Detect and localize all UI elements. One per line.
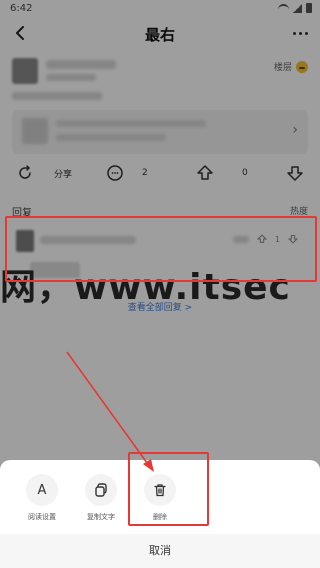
cancel-button[interactable]: 取消	[0, 534, 320, 568]
read-settings-label: 阅读设置	[28, 513, 56, 521]
copy-icon	[85, 474, 117, 506]
watermark-text: 网，www.itsec	[0, 267, 291, 308]
delete-option[interactable]: 删除	[130, 474, 190, 522]
copy-text-option[interactable]: 复制文字	[71, 474, 131, 522]
font-icon: A	[26, 474, 58, 506]
trash-icon	[144, 474, 176, 506]
read-settings-option[interactable]: A 阅读设置	[12, 474, 72, 522]
delete-label: 删除	[153, 513, 167, 521]
copy-text-label: 复制文字	[87, 513, 115, 521]
